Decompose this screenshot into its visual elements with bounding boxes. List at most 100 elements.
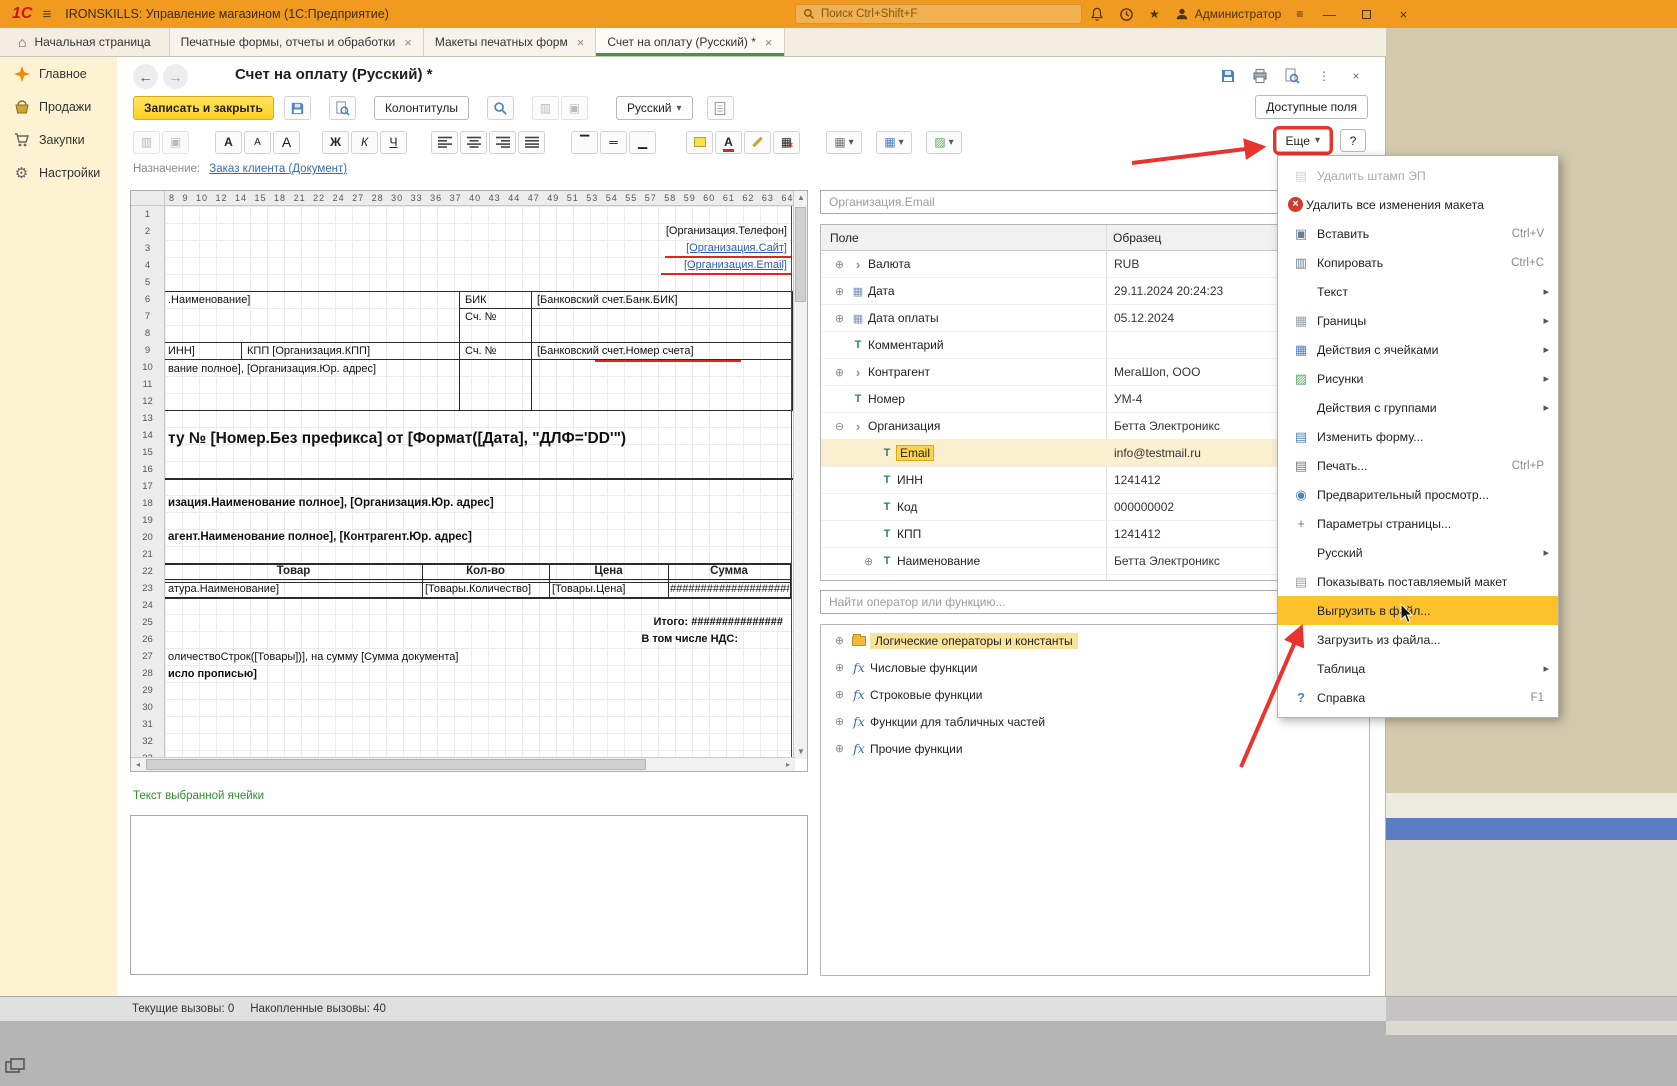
expand-icon[interactable]: ⊕ [831,715,848,728]
help-button[interactable]: ? [1340,129,1366,152]
more-button[interactable]: Еще▾ [1276,129,1330,152]
global-search-input[interactable]: Поиск Ctrl+Shift+F [795,4,1082,24]
menu-item[interactable]: ▤ Удалить штамп ЭП [1278,161,1558,190]
valign-top-button[interactable]: ▔ [571,131,598,154]
menu-item[interactable]: ▥ Копировать Ctrl+C [1278,248,1558,277]
menu-item[interactable]: Загрузить из файла... [1278,625,1558,654]
cell-account-value[interactable]: [Банковский счет.Номер счета] [537,345,694,357]
valign-middle-button[interactable]: ═ [600,131,627,154]
horizontal-scrollbar[interactable]: ◂ ▸ [131,757,795,771]
underline-button[interactable]: Ч [380,131,407,154]
menu-item[interactable]: ◉ Предварительный просмотр... [1278,480,1558,509]
expand-icon[interactable]: ⊕ [831,688,848,701]
back-button[interactable]: ← [133,64,158,89]
cell-amount-words[interactable]: исло прописью] [168,668,257,680]
available-fields-button[interactable]: Доступные поля [1255,95,1368,119]
menu-item[interactable]: Таблица [1278,654,1558,683]
copy-disabled-button[interactable]: ▥ [532,96,559,120]
notifications-bell-icon[interactable] [1090,7,1104,22]
expand-icon[interactable]: ⊕ [831,742,848,755]
cell-goods-row[interactable]: [Товары.Цена] [552,583,625,595]
tab-home[interactable]: ⌂ Начальная страница [0,28,169,56]
menu-item[interactable]: Действия с группами [1278,393,1558,422]
italic-button[interactable]: К [351,131,378,154]
font-button[interactable]: А [215,131,242,154]
copy-icon-button[interactable]: ▥ [133,131,160,154]
sidebar-item-main[interactable]: Главное [0,57,117,90]
expand-icon[interactable]: ⊕ [831,312,848,325]
language-dropdown[interactable]: Русский▾ [616,96,693,120]
picture-dropdown[interactable]: ▨▾ [926,131,962,154]
cell-customer[interactable]: агент.Наименование полное], [Контрагент.… [168,531,472,543]
scroll-down-icon[interactable]: ▼ [794,745,808,759]
tab-close-icon[interactable]: × [404,35,412,50]
expand-icon[interactable]: ⊕ [831,285,848,298]
table-dropdown[interactable]: ▦▾ [876,131,912,154]
selected-cell-text-box[interactable] [130,815,808,975]
menu-item[interactable]: × Удалить все изменения макета [1278,190,1558,219]
scrollbar-thumb[interactable] [146,759,646,770]
menu-item[interactable]: Русский [1278,538,1558,567]
minimize-button[interactable]: — [1318,7,1340,22]
vertical-scrollbar[interactable]: ▲ ▼ [793,191,807,759]
purpose-link[interactable]: Заказ клиента (Документ) [209,163,347,175]
menu-item[interactable]: Выгрузить в файл... [1278,596,1558,625]
zoom-button[interactable] [487,96,514,120]
cell-account-label[interactable]: Сч. № [465,311,496,323]
headers-footers-button[interactable]: Колонтитулы [374,96,469,120]
align-justify-button[interactable] [518,131,545,154]
clear-cell-button[interactable]: ▦× [773,131,800,154]
more-dots-icon[interactable]: ⋮ [1313,65,1335,87]
main-menu-icon[interactable]: ≡ [42,6,51,23]
expand-icon[interactable]: ⊕ [831,661,848,674]
sidebar-item-purchases[interactable]: Закупки [0,123,117,156]
user-menu[interactable]: Администратор [1175,7,1282,21]
cell-bank-name[interactable]: .Наименование] [168,294,250,306]
sidebar-item-sales[interactable]: Продажи [0,90,117,123]
cell-goods-header[interactable]: Товар [165,565,422,577]
tab-close-icon[interactable]: × [765,35,773,50]
menu-item[interactable]: ▤ Изменить форму... [1278,422,1558,451]
cell-email[interactable]: [Организация.Email] [684,259,787,271]
scroll-left-icon[interactable]: ◂ [131,758,145,772]
sheet-grid[interactable]: [Организация.Телефон] [Организация.Сайт]… [165,206,793,759]
expand-icon[interactable]: ⊖ [831,420,848,433]
print-icon-button[interactable] [1249,65,1271,87]
favorites-star-icon[interactable]: ★ [1149,7,1160,21]
menu-item[interactable]: ▤ Печать... Ctrl+P [1278,451,1558,480]
history-clock-icon[interactable] [1119,7,1134,22]
page-layout-button[interactable] [707,96,734,120]
spreadsheet-editor[interactable]: 8 9 10 12 14 15 18 21 22 24 27 28 30 33 … [130,190,808,772]
taskbar-window-icon[interactable] [5,1058,25,1076]
service-menu-icon[interactable]: ≡ [1296,7,1303,21]
expand-icon[interactable]: ⊕ [831,258,848,271]
menu-item[interactable]: ▤ Показывать поставляемый макет [1278,567,1558,596]
function-group-row[interactable]: ⊕ fx Прочие функции [821,735,1369,762]
cell-doc-title[interactable]: ту № [Номер.Без префикса] от [Формат([Да… [168,430,792,448]
preview-icon-button[interactable] [1281,65,1303,87]
expand-icon[interactable]: ⊕ [831,366,848,379]
cell-supplier[interactable]: изация.Наименование полное], [Организаци… [168,497,494,509]
cell-rows-count[interactable]: оличествоСтрок([Товары])], на сумму [Сум… [168,651,458,663]
menu-item[interactable]: Текст [1278,277,1558,306]
save-icon-button[interactable] [1217,65,1239,87]
expand-icon[interactable]: ⊕ [860,555,877,568]
column-header-sample[interactable]: Образец [1106,231,1161,245]
sidebar-item-settings[interactable]: ⚙ Настройки [0,156,117,189]
cell-inn[interactable]: ИНН] [168,345,195,357]
maximize-button[interactable] [1355,7,1377,22]
cell-goods-row[interactable]: #################### [670,583,789,595]
scroll-right-icon[interactable]: ▸ [781,758,795,772]
menu-item[interactable]: ▦ Границы [1278,306,1558,335]
cell-goods-header[interactable]: Сумма [668,565,790,577]
cell-site[interactable]: [Организация.Сайт] [686,242,787,254]
cell-goods-header[interactable]: Кол-во [422,565,549,577]
font-smaller-button[interactable]: А [244,131,271,154]
menu-item[interactable]: ▣ Вставить Ctrl+V [1278,219,1558,248]
menu-item[interactable]: + Параметры страницы... [1278,509,1558,538]
cell-account-label2[interactable]: Сч. № [465,345,496,357]
scroll-up-icon[interactable]: ▲ [794,191,808,205]
cell-phone[interactable]: [Организация.Телефон] [666,225,787,237]
expand-icon[interactable]: ⊕ [831,634,848,647]
column-header-field[interactable]: Поле [821,231,1106,245]
